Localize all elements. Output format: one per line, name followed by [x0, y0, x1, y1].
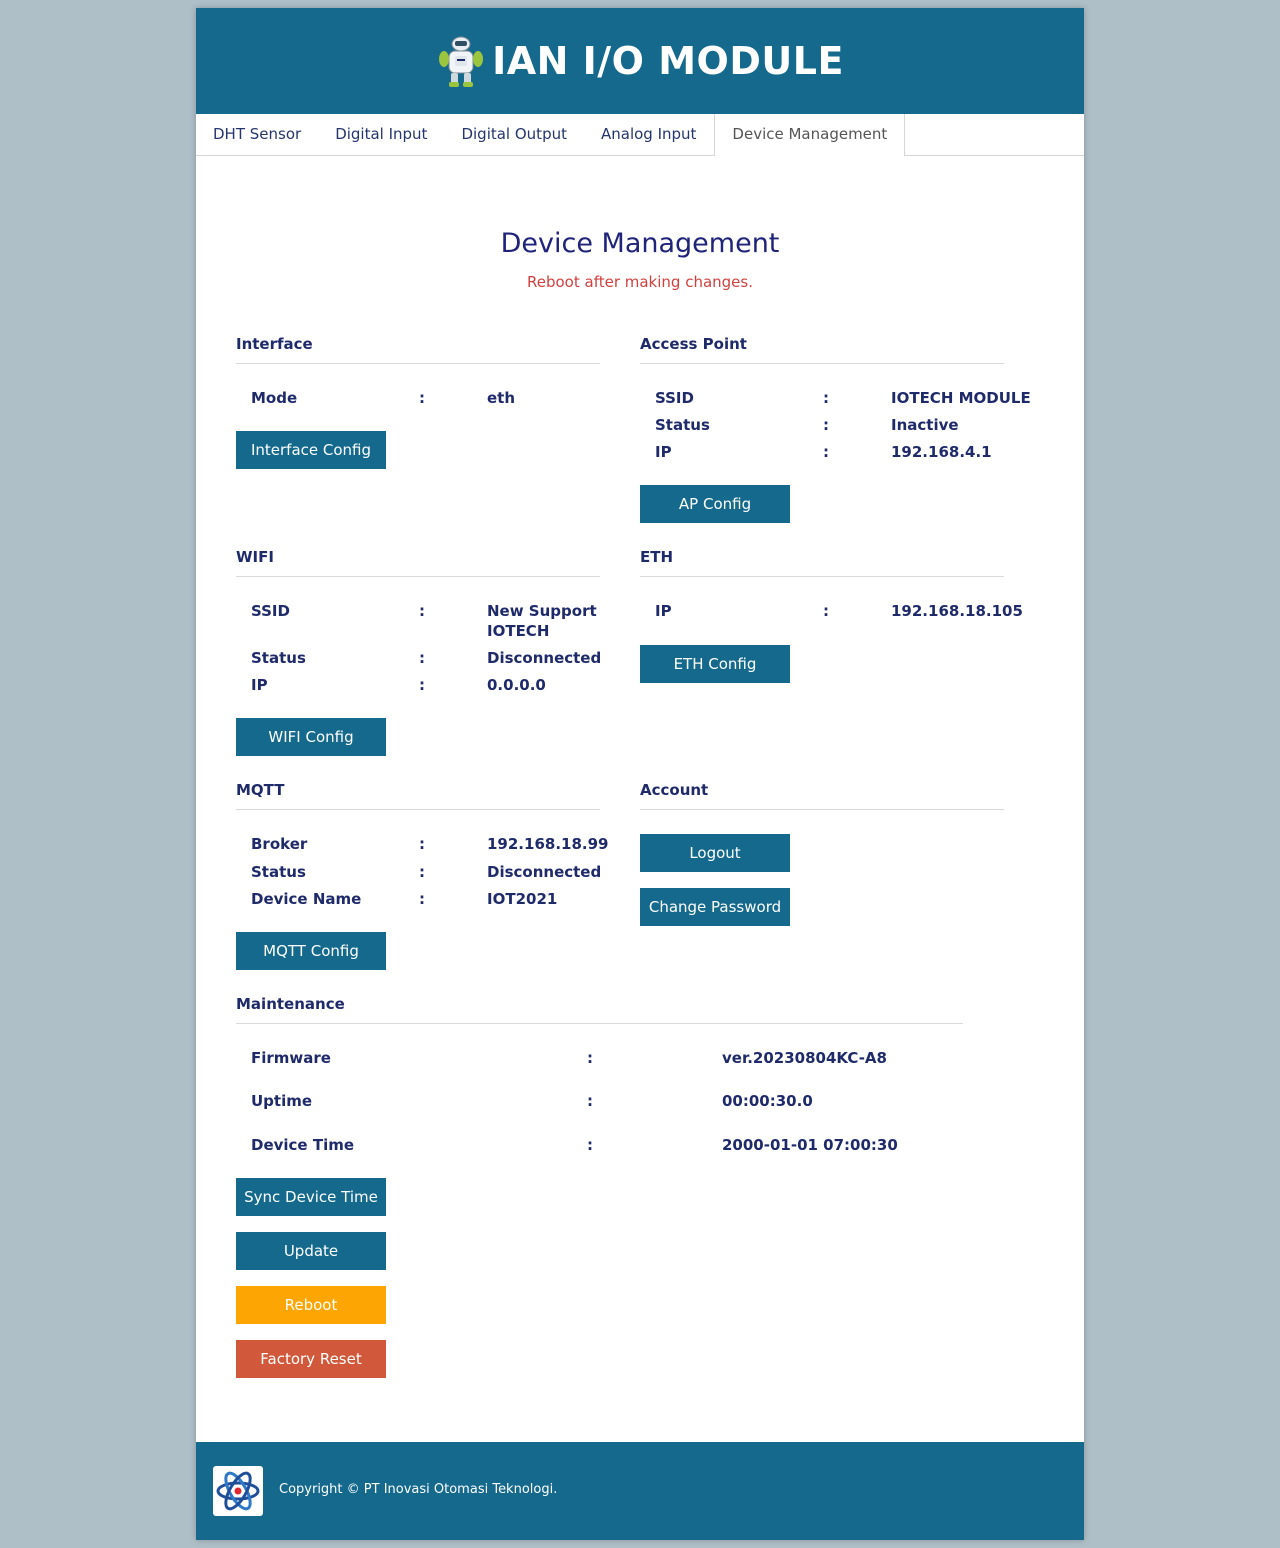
logout-button[interactable]: Logout: [640, 834, 790, 872]
access-point-section: Access Point: [640, 335, 1004, 364]
ap-ssid-value: IOTECH MODULE: [891, 389, 1031, 407]
reboot-button[interactable]: Reboot: [236, 1286, 386, 1324]
mqtt-device-value: IOT2021: [487, 890, 558, 908]
mode-value: eth: [487, 389, 516, 407]
factory-reset-button[interactable]: Factory Reset: [236, 1340, 386, 1378]
mqtt-title: MQTT: [236, 781, 600, 810]
colon: :: [419, 649, 425, 667]
atom-icon: [216, 1471, 260, 1511]
uptime-label: Uptime: [251, 1092, 313, 1110]
tab-bar: DHT Sensor Digital Input Digital Output …: [196, 114, 1084, 156]
page-title: Device Management: [500, 228, 780, 259]
colon: :: [419, 676, 425, 694]
eth-ip-value: 192.168.18.105: [891, 602, 1023, 620]
eth-config-button[interactable]: ETH Config: [640, 645, 790, 683]
company-logo: [213, 1466, 263, 1516]
mqtt-broker-label: Broker: [251, 835, 308, 853]
wifi-ssid-value-line1: New Support: [487, 602, 597, 620]
header-logo: IAN I/O MODULE: [436, 34, 844, 88]
colon: :: [419, 890, 425, 908]
wifi-ip-label: IP: [251, 676, 268, 694]
colon: :: [823, 602, 829, 620]
mqtt-section: MQTT: [236, 781, 600, 810]
update-button[interactable]: Update: [236, 1232, 386, 1270]
account-title: Account: [640, 781, 1004, 810]
colon: :: [823, 416, 829, 434]
interface-section: Interface: [236, 335, 600, 364]
wifi-section: WIFI: [236, 548, 600, 577]
tab-device-management[interactable]: Device Management: [714, 114, 906, 156]
eth-ip-label: IP: [655, 602, 672, 620]
device-time-value: 2000-01-01 07:00:30: [722, 1136, 898, 1154]
ap-ip-label: IP: [655, 443, 672, 461]
tab-analog-input[interactable]: Analog Input: [584, 114, 713, 155]
colon: :: [587, 1049, 593, 1067]
main-container: IAN I/O MODULE DHT Sensor Digital Input …: [196, 8, 1084, 1540]
colon: :: [823, 389, 829, 407]
ap-ip-value: 192.168.4.1: [891, 443, 992, 461]
mqtt-status-value: Disconnected: [487, 863, 602, 881]
firmware-label: Firmware: [251, 1049, 331, 1067]
wifi-ip-value: 0.0.0.0: [487, 676, 546, 694]
ap-status-label: Status: [655, 416, 710, 434]
robot-icon: [439, 36, 484, 87]
tab-digital-input[interactable]: Digital Input: [318, 114, 444, 155]
app-title: IAN I/O MODULE: [492, 39, 844, 83]
ap-status-value: Inactive: [891, 416, 959, 434]
header: IAN I/O MODULE: [196, 8, 1084, 114]
mode-label: Mode: [251, 389, 298, 407]
sync-device-time-button[interactable]: Sync Device Time: [236, 1178, 386, 1216]
mqtt-config-button[interactable]: MQTT Config: [236, 932, 386, 970]
maintenance-section: Maintenance: [236, 995, 963, 1024]
wifi-status-value: Disconnected: [487, 649, 602, 667]
colon: :: [419, 863, 425, 881]
wifi-config-button[interactable]: WIFI Config: [236, 718, 386, 756]
wifi-ssid-label: SSID: [251, 602, 290, 620]
wifi-title: WIFI: [236, 548, 600, 577]
account-section: Account: [640, 781, 1004, 810]
mqtt-broker-value: 192.168.18.99: [487, 835, 609, 853]
footer: Copyright © PT Inovasi Otomasi Teknologi…: [196, 1442, 1084, 1540]
eth-title: ETH: [640, 548, 1004, 577]
maintenance-title: Maintenance: [236, 995, 963, 1024]
tab-digital-output[interactable]: Digital Output: [444, 114, 584, 155]
access-point-title: Access Point: [640, 335, 1004, 364]
colon: :: [419, 602, 425, 620]
colon: :: [823, 443, 829, 461]
firmware-value: ver.20230804KC-A8: [722, 1049, 887, 1067]
wifi-status-label: Status: [251, 649, 306, 667]
device-time-label: Device Time: [251, 1136, 355, 1154]
mqtt-device-label: Device Name: [251, 890, 362, 908]
tab-dht-sensor[interactable]: DHT Sensor: [196, 114, 318, 155]
interface-title: Interface: [236, 335, 600, 364]
colon: :: [419, 835, 425, 853]
ap-ssid-label: SSID: [655, 389, 694, 407]
page-subtitle: Reboot after making changes.: [527, 273, 753, 291]
interface-config-button[interactable]: Interface Config: [236, 431, 386, 469]
eth-section: ETH: [640, 548, 1004, 577]
change-password-button[interactable]: Change Password: [640, 888, 790, 926]
copyright-text: Copyright © PT Inovasi Otomasi Teknologi…: [279, 1482, 558, 1497]
wifi-ssid-value-line2: IOTECH: [487, 622, 550, 640]
mqtt-status-label: Status: [251, 863, 306, 881]
ap-config-button[interactable]: AP Config: [640, 485, 790, 523]
colon: :: [587, 1092, 593, 1110]
colon: :: [587, 1136, 593, 1154]
colon: :: [419, 389, 425, 407]
uptime-value: 00:00:30.0: [722, 1092, 813, 1110]
